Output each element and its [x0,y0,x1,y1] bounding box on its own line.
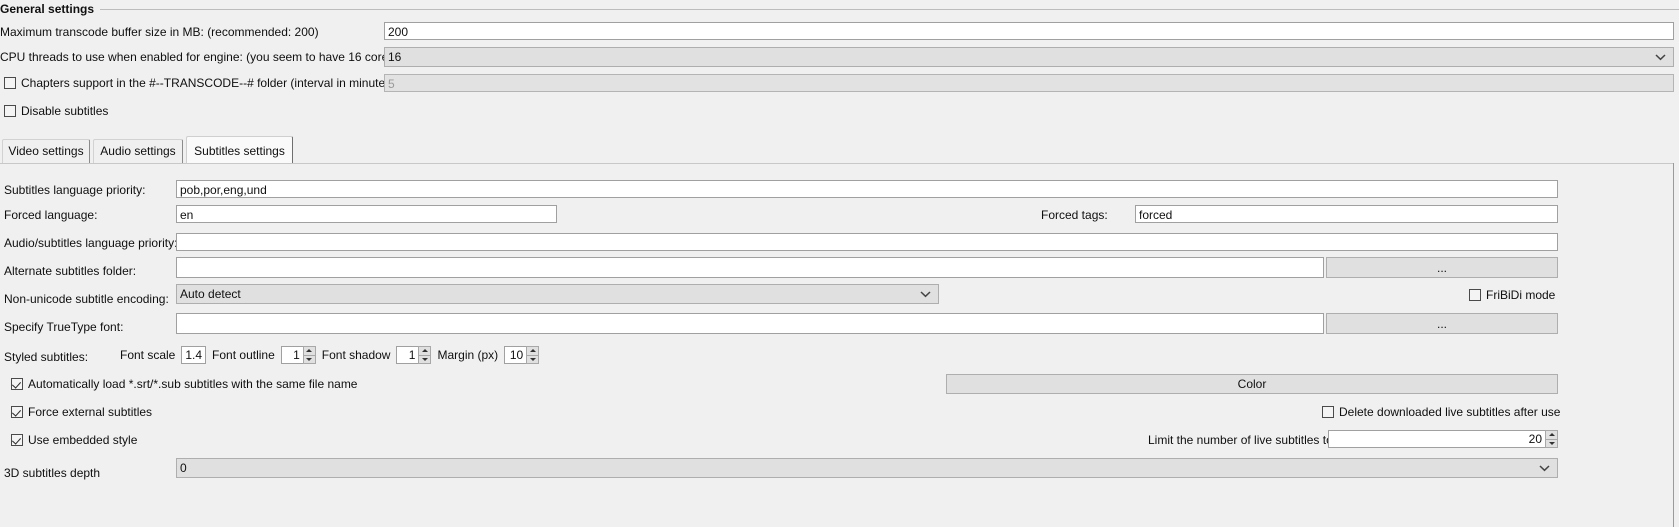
truetype-font-input[interactable] [176,313,1324,334]
forced-tags-input[interactable]: forced [1135,205,1558,223]
chevron-down-icon [919,285,931,303]
chapters-interval-input[interactable]: 5 [384,74,1674,92]
live-subtitles-limit-label: Limit the number of live subtitles to: [1148,433,1337,447]
tab-audio-settings[interactable]: Audio settings [93,139,183,163]
delete-downloaded-subtitles-checkbox[interactable]: Delete downloaded live subtitles after u… [1322,405,1560,421]
font-shadow-spinner[interactable]: 1 [396,346,432,364]
font-scale-spinner[interactable]: 1.4 [181,346,207,364]
checkbox-box [11,434,23,446]
live-subtitles-limit-spinner[interactable]: 20 [1328,430,1558,448]
cpu-threads-value: 16 [388,50,402,64]
subtitles-language-priority-label: Subtitles language priority: [4,183,146,197]
cpu-threads-label: CPU threads to use when enabled for engi… [0,50,399,64]
cpu-threads-dropdown[interactable]: 16 [384,47,1674,67]
panel-right-edge [1673,163,1679,527]
spinner-up-icon[interactable] [1545,430,1558,439]
spinner-up-icon[interactable] [526,346,540,355]
3d-subtitles-depth-value: 0 [180,461,187,475]
alternate-subtitles-folder-browse-button[interactable]: ... [1326,257,1558,278]
non-unicode-encoding-label: Non-unicode subtitle encoding: [4,292,169,306]
checkbox-box [11,406,23,418]
spinner-down-icon[interactable] [526,354,540,364]
chevron-down-icon [1538,459,1550,477]
alternate-subtitles-folder-input[interactable] [176,257,1324,278]
3d-subtitles-depth-label: 3D subtitles depth [4,466,101,480]
forced-language-label: Forced language: [4,208,98,222]
autoload-subtitles-checkbox[interactable]: Automatically load *.srt/*.sub subtitles… [11,377,357,393]
use-embedded-style-checkbox[interactable]: Use embedded style [11,433,137,449]
autoload-subtitles-label: Automatically load *.srt/*.sub subtitles… [28,377,358,391]
margin-px-label: Margin (px) [437,348,499,362]
3d-subtitles-depth-dropdown[interactable]: 0 [176,458,1558,478]
general-settings-title: General settings [0,2,101,16]
chapters-support-checkbox[interactable]: Chapters support in the #--TRANSCODE--# … [4,76,398,92]
styled-subtitles-label: Styled subtitles: [4,350,89,364]
settings-tabs: Video settings Audio settings Subtitles … [0,136,1679,163]
truetype-font-label: Specify TrueType font: [4,320,124,334]
spinner-down-icon[interactable] [302,354,316,364]
disable-subtitles-checkbox[interactable]: Disable subtitles [4,104,108,120]
spinner-down-icon[interactable] [418,354,432,364]
font-scale-label: Font scale [120,348,176,362]
truetype-font-browse-button[interactable]: ... [1326,313,1558,334]
margin-px-value: 10 [504,346,527,364]
general-settings-panel: General settings Maximum transcode buffe… [0,0,1679,124]
checkbox-box [11,378,23,390]
non-unicode-encoding-value: Auto detect [180,287,241,301]
fribidi-mode-label: FriBiDi mode [1486,288,1556,302]
disable-subtitles-label: Disable subtitles [21,104,109,118]
alternate-subtitles-folder-label: Alternate subtitles folder: [4,264,137,278]
font-outline-label: Font outline [212,348,275,362]
forced-tags-label: Forced tags: [1041,208,1108,222]
color-button[interactable]: Color [946,374,1558,394]
checkbox-box [4,105,16,117]
font-shadow-value: 1 [396,346,419,364]
styled-subtitles-controls: Font scale 1.4 Font outline 1 Font shado… [120,346,540,364]
font-outline-value: 1 [280,346,303,364]
checkbox-box [4,77,16,89]
audio-subtitles-priority-input[interactable] [176,233,1558,251]
tab-video-settings[interactable]: Video settings [2,139,90,163]
buffer-size-label: Maximum transcode buffer size in MB: (re… [0,25,319,39]
audio-subtitles-priority-label: Audio/subtitles language priority: [4,236,178,250]
chapters-support-label: Chapters support in the #--TRANSCODE--# … [21,76,399,90]
font-outline-spinner[interactable]: 1 [280,346,316,364]
buffer-size-input[interactable]: 200 [384,22,1674,40]
spinner-up-icon[interactable] [302,346,316,355]
subtitles-settings-panel: Subtitles language priority: pob,por,eng… [0,163,1673,527]
forced-language-input[interactable]: en [176,205,557,223]
use-embedded-style-label: Use embedded style [28,433,138,447]
non-unicode-encoding-dropdown[interactable]: Auto detect [176,284,939,304]
force-external-subtitles-checkbox[interactable]: Force external subtitles [11,405,152,421]
font-scale-value: 1.4 [181,346,207,364]
live-subtitles-limit-value: 20 [1328,430,1545,448]
checkbox-box [1322,406,1334,418]
subtitles-language-priority-input[interactable]: pob,por,eng,und [176,180,1558,198]
general-settings-divider [0,9,1679,10]
margin-px-spinner[interactable]: 10 [504,346,540,364]
font-shadow-label: Font shadow [321,348,391,362]
chevron-down-icon [1654,48,1666,66]
fribidi-mode-checkbox[interactable]: FriBiDi mode [1469,288,1555,304]
checkbox-box [1469,289,1481,301]
spinner-up-icon[interactable] [418,346,432,355]
tab-subtitles-settings[interactable]: Subtitles settings [186,136,293,163]
delete-downloaded-subtitles-label: Delete downloaded live subtitles after u… [1339,405,1561,419]
spinner-down-icon[interactable] [1545,438,1558,448]
force-external-subtitles-label: Force external subtitles [28,405,153,419]
